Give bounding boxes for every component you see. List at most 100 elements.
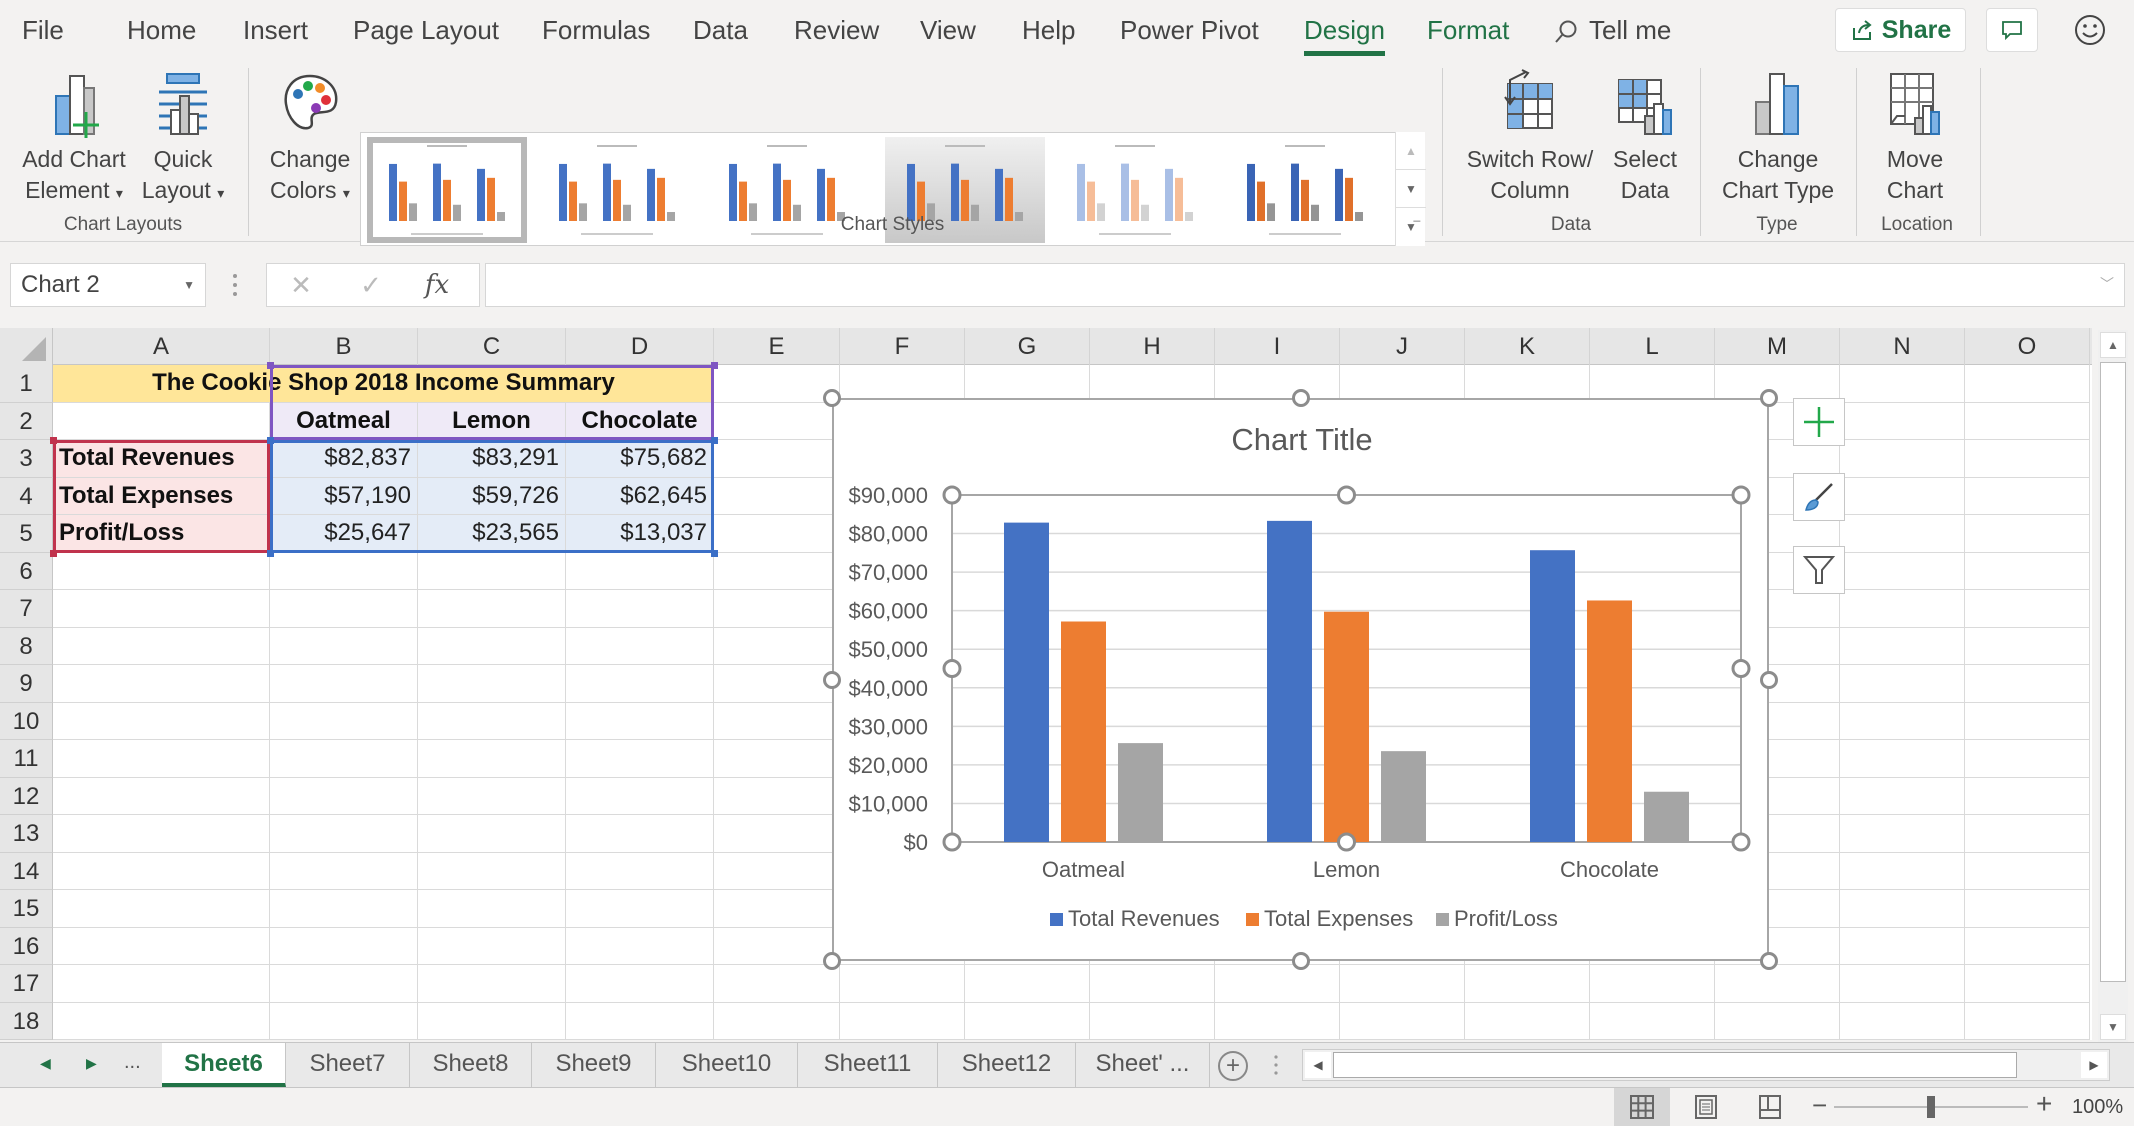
cell-O17[interactable]	[1965, 965, 2090, 1003]
cell-A8[interactable]	[53, 627, 270, 665]
bar-total-expenses-lemon[interactable]	[1324, 611, 1369, 842]
cancel-icon[interactable]: ✕	[281, 268, 321, 302]
chart-styles-button[interactable]	[1793, 473, 1845, 521]
column-header-D[interactable]: D	[566, 328, 714, 365]
vertical-scrollbar[interactable]: ▲ ▼	[2098, 330, 2128, 1042]
cell-K1[interactable]	[1465, 365, 1590, 403]
cell-A10[interactable]	[53, 702, 270, 740]
cell-D7[interactable]	[566, 590, 714, 628]
column-header-I[interactable]: I	[1215, 328, 1340, 365]
row-header-13[interactable]: 13	[0, 815, 53, 853]
cell-L17[interactable]	[1590, 965, 1715, 1003]
cell-N3[interactable]	[1840, 440, 1965, 478]
sheet-tab-10[interactable]: Sheet10	[656, 1043, 798, 1087]
cell-I17[interactable]	[1215, 965, 1340, 1003]
menu-tab-formulas[interactable]: Formulas	[542, 12, 650, 52]
range-handle[interactable]	[711, 362, 718, 369]
column-header-F[interactable]: F	[840, 328, 965, 365]
change-chart-type-button[interactable]: Change Chart Type	[1712, 68, 1844, 206]
column-header-G[interactable]: G	[965, 328, 1090, 365]
cell-L18[interactable]	[1590, 1002, 1715, 1040]
cell-D14[interactable]	[566, 852, 714, 890]
cell-E5[interactable]	[714, 515, 840, 553]
cell-B8[interactable]	[270, 627, 418, 665]
column-header-L[interactable]: L	[1590, 328, 1715, 365]
row-header-12[interactable]: 12	[0, 777, 53, 815]
cell-J1[interactable]	[1340, 365, 1465, 403]
cell-N5[interactable]	[1840, 515, 1965, 553]
row-header-11[interactable]: 11	[0, 740, 53, 778]
zoom-out-button[interactable]: −	[1812, 1090, 1827, 1121]
cell-C2[interactable]: Lemon	[418, 402, 566, 440]
cell-K17[interactable]	[1465, 965, 1590, 1003]
menu-tab-home[interactable]: Home	[127, 12, 196, 52]
share-button[interactable]: Share	[1835, 8, 1966, 52]
legend-label[interactable]: Profit/Loss	[1454, 906, 1558, 931]
cell-O14[interactable]	[1965, 852, 2090, 890]
cell-D11[interactable]	[566, 740, 714, 778]
row-header-18[interactable]: 18	[0, 1002, 53, 1040]
cell-C12[interactable]	[418, 777, 566, 815]
cell-O8[interactable]	[1965, 627, 2090, 665]
cell-N12[interactable]	[1840, 777, 1965, 815]
cell-N6[interactable]	[1840, 552, 1965, 590]
cell-B16[interactable]	[270, 927, 418, 965]
cell-A6[interactable]	[53, 552, 270, 590]
cell-C11[interactable]	[418, 740, 566, 778]
range-handle[interactable]	[50, 437, 57, 444]
scroll-left-button[interactable]: ◀	[1305, 1052, 1331, 1078]
cell-N2[interactable]	[1840, 402, 1965, 440]
chart-resize-handle[interactable]	[1760, 389, 1778, 407]
cell-O13[interactable]	[1965, 815, 2090, 853]
row-header-8[interactable]: 8	[0, 627, 53, 665]
plot-area-resize-handle[interactable]	[1731, 832, 1751, 852]
cell-E3[interactable]	[714, 440, 840, 478]
column-header-C[interactable]: C	[418, 328, 566, 365]
range-handle[interactable]	[267, 362, 274, 369]
cell-C16[interactable]	[418, 927, 566, 965]
page-break-preview-button[interactable]	[1742, 1088, 1798, 1126]
cell-O7[interactable]	[1965, 590, 2090, 628]
cell-O11[interactable]	[1965, 740, 2090, 778]
comments-button[interactable]	[1986, 8, 2038, 52]
cell-D2[interactable]: Chocolate	[566, 402, 714, 440]
column-header-N[interactable]: N	[1840, 328, 1965, 365]
range-handle[interactable]	[267, 549, 274, 557]
cell-O9[interactable]	[1965, 665, 2090, 703]
chart-resize-handle[interactable]	[1760, 952, 1778, 970]
cell-E18[interactable]	[714, 1002, 840, 1040]
select-data-button[interactable]: Select Data	[1604, 68, 1686, 206]
cell-A18[interactable]	[53, 1002, 270, 1040]
sheet-tab-11[interactable]: Sheet11	[798, 1043, 938, 1087]
feedback-button[interactable]	[2070, 10, 2110, 50]
menu-tab-page-layout[interactable]: Page Layout	[353, 12, 499, 52]
page-layout-view-button[interactable]	[1678, 1088, 1734, 1126]
row-header-1[interactable]: 1	[0, 365, 53, 403]
insert-function-icon[interactable]: fx	[417, 268, 457, 302]
cell-A13[interactable]	[53, 815, 270, 853]
cell-M18[interactable]	[1715, 1002, 1840, 1040]
cell-A9[interactable]	[53, 665, 270, 703]
cell-J18[interactable]	[1340, 1002, 1465, 1040]
bar-total-expenses-oatmeal[interactable]	[1061, 621, 1106, 842]
cell-N18[interactable]	[1840, 1002, 1965, 1040]
name-box[interactable]: Chart 2 ▼	[10, 263, 206, 307]
cell-N7[interactable]	[1840, 590, 1965, 628]
cell-D13[interactable]	[566, 815, 714, 853]
row-header-16[interactable]: 16	[0, 927, 53, 965]
normal-view-button[interactable]	[1614, 1088, 1670, 1126]
column-header-H[interactable]: H	[1090, 328, 1215, 365]
cell-O18[interactable]	[1965, 1002, 2090, 1040]
sheet-tab-9[interactable]: Sheet9	[532, 1043, 656, 1087]
cell-G17[interactable]	[965, 965, 1090, 1003]
cell-O15[interactable]	[1965, 890, 2090, 928]
plot-area-resize-handle[interactable]	[1337, 832, 1356, 852]
cell-O2[interactable]	[1965, 402, 2090, 440]
chart-resize-handle[interactable]	[823, 389, 841, 407]
gallery-down-button[interactable]: ▼	[1396, 170, 1426, 208]
cell-D8[interactable]	[566, 627, 714, 665]
cell-C3[interactable]: $83,291	[418, 440, 566, 478]
cell-D17[interactable]	[566, 965, 714, 1003]
cell-N8[interactable]	[1840, 627, 1965, 665]
cell-C6[interactable]	[418, 552, 566, 590]
